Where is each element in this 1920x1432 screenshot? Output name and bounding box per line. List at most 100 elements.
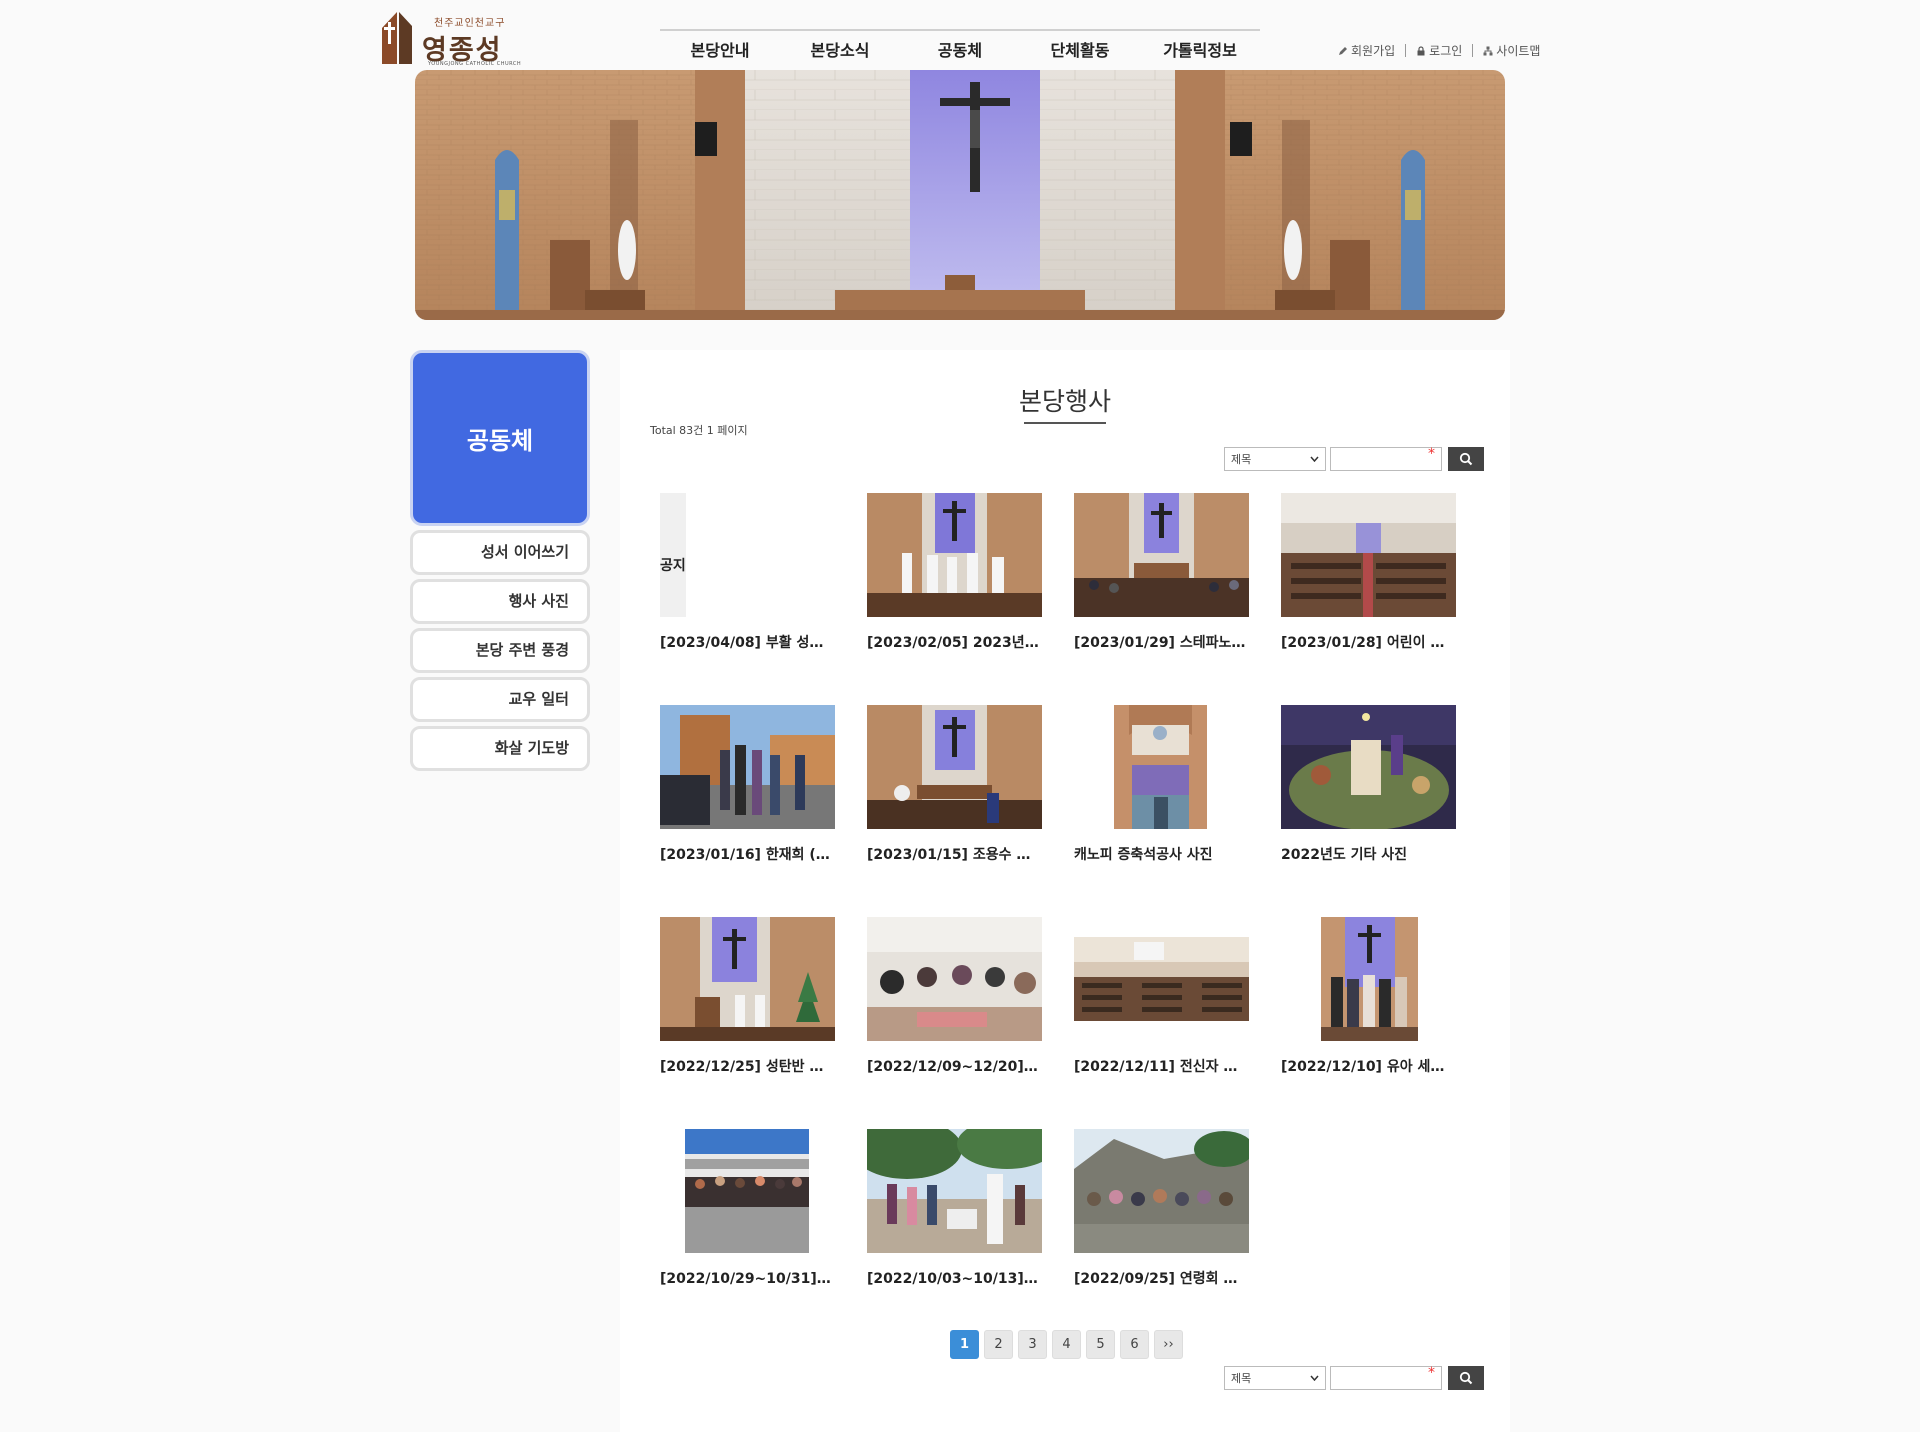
search-input[interactable]: * — [1330, 1365, 1442, 1390]
gallery-item[interactable]: [2022/12/09~12/20] 구… — [867, 917, 1074, 1129]
gallery-item[interactable]: [2023/02/05] 2023년도 … — [867, 493, 1074, 705]
gallery-item-title[interactable]: [2022/10/29~10/31] 봉… — [660, 1268, 835, 1288]
gallery-item-title[interactable]: [2022/09/25] 연령회 공… — [1074, 1268, 1249, 1288]
required-mark: * — [1428, 446, 1435, 462]
gallery-thumbnail[interactable] — [1074, 937, 1249, 1021]
join-label: 회원가입 — [1351, 44, 1396, 58]
gallery-item[interactable]: 캐노피 증축석공사 사진 — [1074, 705, 1281, 917]
page-button[interactable]: 1 — [950, 1330, 979, 1359]
gallery-item-title[interactable]: [2023/01/15] 조용수 베… — [867, 844, 1042, 864]
sitemap-link[interactable]: 사이트맵 — [1483, 42, 1540, 59]
page-button[interactable]: 3 — [1018, 1330, 1047, 1359]
join-link[interactable]: 회원가입 — [1338, 42, 1395, 59]
chevron-down-icon — [1310, 456, 1319, 462]
sitemap-label: 사이트맵 — [1496, 44, 1541, 58]
lock-icon — [1417, 45, 1425, 55]
nav-item-groups[interactable]: 단체활동 — [1020, 38, 1140, 66]
gallery-thumbnail[interactable] — [1321, 917, 1418, 1041]
page-title-text: 본당행사 — [1018, 387, 1111, 416]
search-icon — [1459, 1371, 1473, 1385]
logo-english: YOUNGJONG CATHOLIC CHURCH — [428, 61, 522, 67]
gallery-item[interactable]: [2023/01/29] 스테파노 … — [1074, 493, 1281, 705]
nav-item-news[interactable]: 본당소식 — [780, 38, 900, 66]
search-field-value: 제목 — [1231, 1372, 1252, 1385]
gallery-item-title[interactable]: [2023/04/08] 부활 성야 … — [660, 632, 835, 652]
gallery-item[interactable]: [2022/10/29~10/31] 봉… — [660, 1129, 867, 1341]
gallery-item[interactable]: [2022/09/25] 연령회 공… — [1074, 1129, 1281, 1341]
gallery-thumbnail[interactable] — [685, 1129, 809, 1253]
gallery-item[interactable]: 2022년도 기타 사진 — [1281, 705, 1488, 917]
sidebar-item-scenery[interactable]: 본당 주변 풍경 — [410, 628, 590, 673]
sidebar-item-prayer-room[interactable]: 화살 기도방 — [410, 726, 590, 771]
gallery-thumbnail[interactable] — [1281, 705, 1456, 829]
login-link[interactable]: 로그인 — [1416, 42, 1462, 59]
page-button[interactable]: 6 — [1120, 1330, 1149, 1359]
gallery-item-title[interactable]: [2022/12/09~12/20] 구… — [867, 1056, 1042, 1076]
gallery-item[interactable]: [2022/12/25] 성탄반 세… — [660, 917, 867, 1129]
site-logo[interactable]: 천주교인천교구 영종성당 YOUNGJONG CATHOLIC CHURCH — [378, 8, 521, 105]
util-separator — [1472, 44, 1474, 57]
nav-divider — [660, 29, 1260, 31]
gallery-grid: 공지 [2023/04/08] 부활 성야 … [2023/02/05] 202… — [660, 493, 1490, 1341]
gallery-item-title[interactable]: [2023/02/05] 2023년도 … — [867, 632, 1042, 652]
logo-subtitle: 천주교인천교구 — [434, 18, 506, 29]
gallery-thumbnail[interactable] — [867, 705, 1042, 829]
main-banner-image — [415, 70, 1505, 320]
gallery-item-title[interactable]: [2023/01/28] 어린이 미사 — [1281, 632, 1456, 652]
gallery-item-title[interactable]: [2022/12/25] 성탄반 세… — [660, 1056, 835, 1076]
sidebar-item-bible-writing[interactable]: 성서 이어쓰기 — [410, 530, 590, 575]
gallery-item-title[interactable]: [2022/12/11] 전신자 대… — [1074, 1056, 1249, 1076]
main-nav: 본당안내 본당소식 공동체 단체활동 가톨릭정보 — [660, 38, 1260, 66]
nav-item-catholic-info[interactable]: 가톨릭정보 — [1140, 38, 1260, 66]
page-button[interactable]: 4 — [1052, 1330, 1081, 1359]
gallery-thumbnail[interactable] — [660, 705, 835, 829]
gallery-thumbnail[interactable] — [1074, 493, 1249, 617]
sidebar-item-workplace[interactable]: 교우 일터 — [410, 677, 590, 722]
church-logo-icon — [382, 12, 412, 64]
sitemap-icon — [1483, 46, 1493, 55]
gallery-thumbnail[interactable] — [1074, 1129, 1249, 1253]
gallery-item-title[interactable]: 캐노피 증축석공사 사진 — [1074, 844, 1249, 864]
search-field-select[interactable]: 제목 — [1224, 1366, 1326, 1390]
gallery-item[interactable]: 공지 [2023/04/08] 부활 성야 … — [660, 493, 867, 705]
gallery-thumbnail[interactable] — [1281, 493, 1456, 617]
gallery-thumbnail[interactable] — [867, 917, 1042, 1041]
board-content: 본당행사 Total 83건 1 페이지 제목 * 공지 [2023/04/08… — [620, 350, 1510, 1432]
gallery-item-title[interactable]: 2022년도 기타 사진 — [1281, 844, 1456, 864]
gallery-item-title[interactable]: [2023/01/29] 스테파노 … — [1074, 632, 1249, 652]
nav-item-community[interactable]: 공동체 — [900, 38, 1020, 66]
next-page-button[interactable]: ›› — [1154, 1330, 1183, 1359]
search-button[interactable] — [1448, 1366, 1484, 1390]
chevron-down-icon — [1310, 1375, 1319, 1381]
util-separator — [1405, 44, 1407, 57]
gallery-thumbnail[interactable] — [867, 1129, 1042, 1253]
gallery-item[interactable]: [2022/12/11] 전신자 대… — [1074, 917, 1281, 1129]
gallery-item-title[interactable]: [2022/12/10] 유아 세례… — [1281, 1056, 1456, 1076]
page-button[interactable]: 2 — [984, 1330, 1013, 1359]
gallery-thumbnail[interactable] — [660, 917, 835, 1041]
nav-item-about[interactable]: 본당안내 — [660, 38, 780, 66]
gallery-item-title[interactable]: [2023/01/16] 한재희 (스… — [660, 844, 835, 864]
gallery-item-title[interactable]: [2022/10/03~10/13] 터… — [867, 1268, 1042, 1288]
search-button[interactable] — [1448, 447, 1484, 471]
gallery-item[interactable]: [2023/01/28] 어린이 미사 — [1281, 493, 1488, 705]
gallery-item[interactable]: [2022/10/03~10/13] 터… — [867, 1129, 1074, 1341]
search-bar-top: 제목 * — [1224, 446, 1484, 471]
pencil-icon — [1339, 46, 1347, 55]
login-label: 로그인 — [1429, 44, 1463, 58]
search-input[interactable]: * — [1330, 446, 1442, 471]
page-title: 본당행사 — [620, 382, 1510, 424]
page-button[interactable]: 5 — [1086, 1330, 1115, 1359]
sidebar-title: 공동체 — [410, 350, 590, 526]
gallery-item[interactable]: [2023/01/16] 한재희 (스… — [660, 705, 867, 917]
gallery-thumbnail[interactable] — [867, 493, 1042, 617]
search-icon — [1459, 452, 1473, 466]
search-field-select[interactable]: 제목 — [1224, 447, 1326, 471]
gallery-item[interactable]: [2022/12/10] 유아 세례… — [1281, 917, 1488, 1129]
sidebar-item-event-photos[interactable]: 행사 사진 — [410, 579, 590, 624]
utility-links: 회원가입 로그인 사이트맵 — [1338, 42, 1540, 59]
gallery-thumbnail[interactable] — [1114, 705, 1207, 829]
search-bar-bottom: 제목 * — [1224, 1365, 1484, 1390]
gallery-item[interactable]: [2023/01/15] 조용수 베… — [867, 705, 1074, 917]
required-mark: * — [1428, 1365, 1435, 1381]
